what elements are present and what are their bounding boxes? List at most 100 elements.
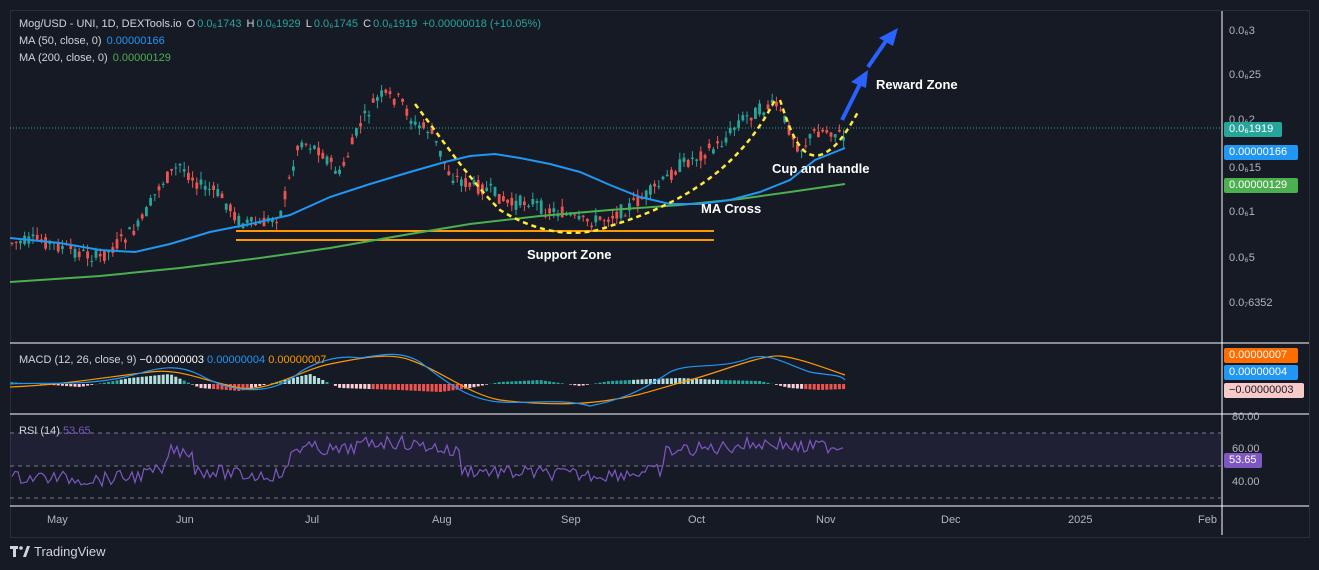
tradingview-logo[interactable]: TradingView bbox=[10, 544, 106, 559]
macd-bar bbox=[535, 380, 539, 384]
price-tick: 0.0₆1 bbox=[1229, 206, 1255, 218]
macd-bar bbox=[476, 384, 480, 387]
ma50-legend[interactable]: MA (50, close, 0) 0.00000166 bbox=[19, 35, 167, 47]
time-tick: Jun bbox=[176, 514, 194, 526]
open-label: O bbox=[186, 18, 196, 30]
candle-body bbox=[548, 208, 551, 214]
macd-bar bbox=[86, 384, 90, 386]
candle-body bbox=[691, 157, 694, 159]
candle-body bbox=[170, 169, 173, 171]
reward-arrow-icon[interactable] bbox=[840, 70, 868, 121]
macd-bar bbox=[581, 384, 585, 386]
reward-zone-label[interactable]: Reward Zone bbox=[876, 77, 958, 92]
macd-value: 0.00000004 bbox=[207, 354, 266, 366]
macd-bar bbox=[825, 384, 829, 390]
candle-body bbox=[132, 230, 136, 235]
ma50-line[interactable] bbox=[9, 147, 846, 254]
ma200-legend[interactable]: MA (200, close, 0) 0.00000129 bbox=[19, 52, 173, 64]
candle-body bbox=[94, 250, 98, 258]
macd-bar bbox=[627, 380, 631, 384]
close-value: 0.0₆1919 bbox=[373, 18, 418, 30]
close-label: C bbox=[363, 18, 372, 30]
macd-bar bbox=[514, 381, 518, 384]
change-value: +0.00000018 (+10.05%) bbox=[422, 18, 541, 30]
candle-body bbox=[426, 131, 430, 134]
ma200-line[interactable] bbox=[9, 183, 846, 283]
candle-body bbox=[497, 194, 501, 204]
symbol-title[interactable]: Mog/USD - UNI, 1D, DEXTools.io bbox=[19, 18, 182, 30]
chart-canvas[interactable] bbox=[0, 0, 1319, 570]
macd-bar bbox=[136, 377, 140, 384]
candle-body bbox=[140, 214, 144, 219]
ma50-value: 0.00000166 bbox=[106, 35, 165, 47]
macd-bar bbox=[182, 380, 186, 384]
candle-body bbox=[338, 169, 341, 174]
support-zone-label[interactable]: Support Zone bbox=[527, 247, 612, 262]
rsi-legend[interactable]: RSI (14) 53.65 bbox=[19, 425, 91, 437]
macd-bar bbox=[262, 384, 266, 385]
macd-bar bbox=[716, 379, 720, 384]
candle-body bbox=[237, 215, 241, 226]
candle-body bbox=[397, 93, 400, 95]
macd-bar bbox=[703, 379, 707, 384]
macd-bar bbox=[312, 376, 316, 384]
candle-body bbox=[833, 134, 837, 138]
candle-body bbox=[804, 145, 808, 147]
candle-body bbox=[653, 183, 656, 187]
candle-body bbox=[224, 203, 228, 210]
candle-body bbox=[19, 240, 22, 244]
macd-bar bbox=[548, 381, 552, 384]
candle-body bbox=[657, 186, 661, 188]
candle-body bbox=[712, 149, 715, 154]
candle-body bbox=[287, 177, 291, 179]
macd-bar bbox=[392, 384, 396, 390]
candle-body bbox=[455, 175, 459, 178]
candle-body bbox=[439, 150, 442, 157]
reward-arrow-icon[interactable] bbox=[866, 28, 898, 69]
macd-line-badge: 0.00000004 bbox=[1224, 365, 1298, 380]
macd-bar bbox=[69, 384, 73, 387]
rsi-band bbox=[10, 433, 1222, 466]
macd-bar bbox=[753, 380, 757, 384]
macd-bar bbox=[539, 380, 543, 384]
candle-body bbox=[762, 112, 766, 116]
low-label: L bbox=[305, 18, 312, 30]
macd-bar bbox=[296, 376, 300, 384]
macd-bar bbox=[342, 384, 346, 389]
macd-bar bbox=[602, 381, 606, 384]
candle-body bbox=[90, 260, 94, 262]
candle-body bbox=[632, 198, 635, 200]
macd-bar bbox=[174, 376, 178, 384]
candle-body bbox=[518, 195, 522, 206]
candle-body bbox=[161, 183, 165, 185]
candle-body bbox=[829, 132, 833, 137]
macd-signal-value: 0.00000007 bbox=[268, 354, 327, 366]
macd-label: MACD (12, 26, close, 9) bbox=[19, 354, 137, 366]
candle-body bbox=[409, 120, 413, 124]
candle-body bbox=[401, 98, 404, 102]
macd-bar bbox=[132, 377, 136, 384]
macd-legend[interactable]: MACD (12, 26, close, 9) −0.00000003 0.00… bbox=[19, 354, 326, 366]
macd-bar bbox=[506, 381, 510, 384]
candle-body bbox=[468, 182, 472, 187]
macd-bar bbox=[123, 378, 127, 384]
cup-handle-label[interactable]: Cup and handle bbox=[772, 161, 870, 176]
macd-bar bbox=[531, 380, 535, 384]
macd-bar bbox=[774, 384, 778, 385]
tradingview-brand: TradingView bbox=[34, 544, 106, 559]
macd-bar bbox=[804, 384, 808, 390]
candle-body bbox=[250, 217, 253, 222]
macd-bar bbox=[573, 384, 577, 386]
candle-body bbox=[720, 146, 724, 148]
ma-cross-label[interactable]: MA Cross bbox=[701, 201, 761, 216]
macd-bar bbox=[380, 384, 384, 390]
macd-bar bbox=[644, 379, 648, 384]
candle-body bbox=[413, 121, 417, 125]
time-tick: Jul bbox=[305, 514, 320, 526]
macd-bar bbox=[338, 384, 342, 388]
candle-body bbox=[304, 143, 308, 145]
macd-hist-badge: −0.00000003 bbox=[1224, 383, 1304, 398]
macd-bar bbox=[430, 384, 434, 392]
macd-bar bbox=[161, 374, 165, 384]
macd-bar bbox=[367, 384, 371, 389]
